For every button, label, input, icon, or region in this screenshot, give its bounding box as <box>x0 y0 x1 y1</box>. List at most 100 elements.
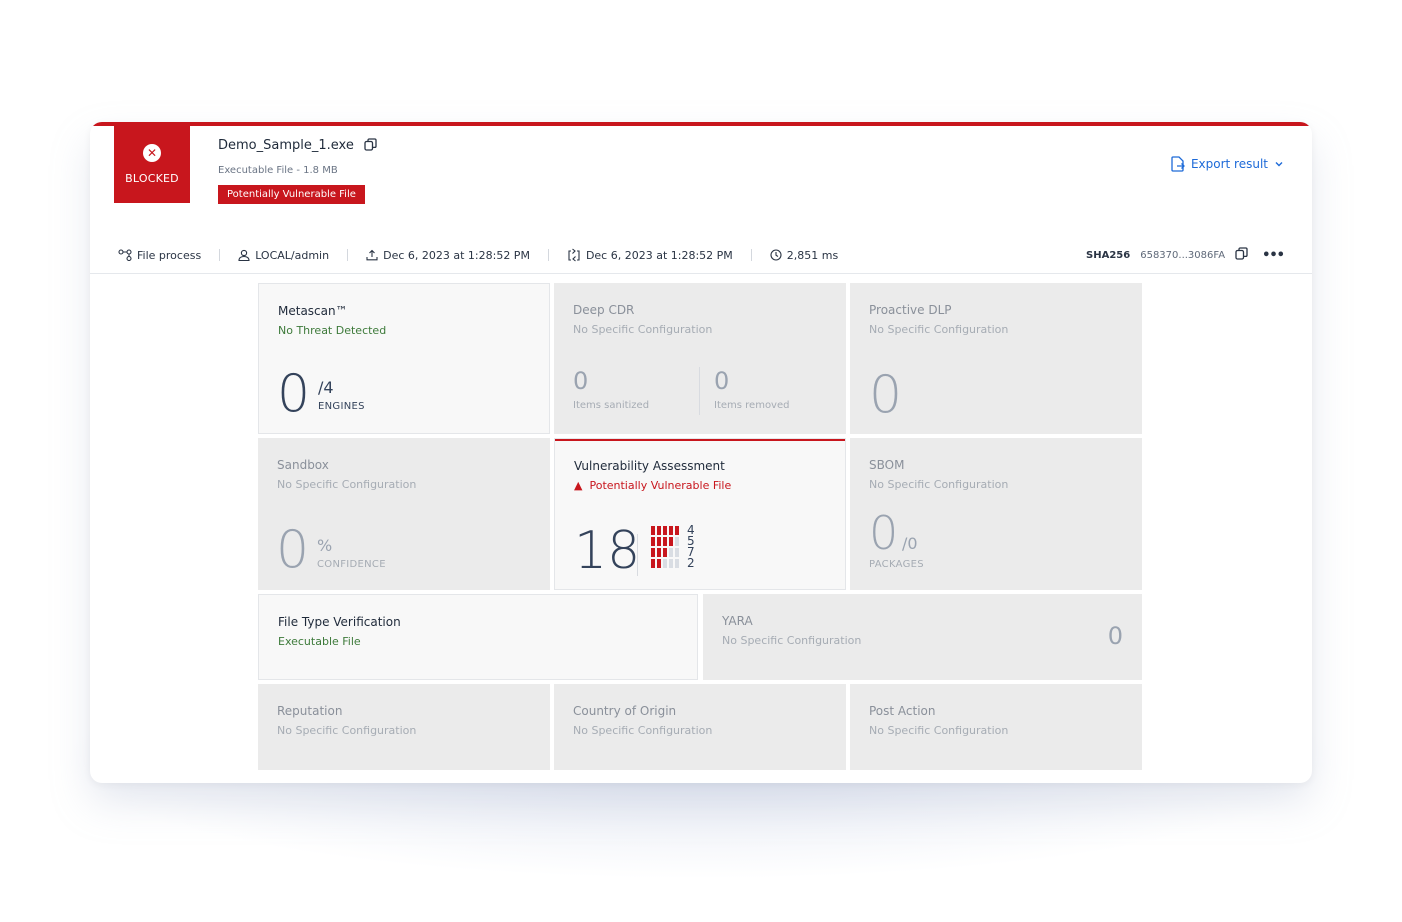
meta-user-label: LOCAL/admin <box>255 248 330 262</box>
tile-reputation[interactable]: Reputation No Specific Configuration <box>258 684 550 770</box>
vulnerability-count: 18 <box>574 521 641 581</box>
tile-yara[interactable]: YARA No Specific Configuration 0 <box>703 594 1142 680</box>
tile-title: Proactive DLP <box>869 303 952 317</box>
export-result-button[interactable]: Export result <box>1171 156 1284 172</box>
severity-level-block <box>651 559 655 568</box>
tile-status: No Specific Configuration <box>869 724 1009 737</box>
engines-unit: ENGINES <box>318 401 365 412</box>
file-verdict-badge: Potentially Vulnerable File <box>218 185 365 204</box>
tile-title: Reputation <box>277 704 343 718</box>
severity-level-block <box>675 537 679 546</box>
tile-title: YARA <box>722 614 753 628</box>
tile-status: No Specific Configuration <box>573 323 713 336</box>
meta-processed-label: Dec 6, 2023 at 1:28:52 PM <box>585 248 733 262</box>
sha-group: SHA256 658370...3086FA ••• <box>1086 247 1285 263</box>
meta-duration-label: 2,851 ms <box>786 248 839 262</box>
tile-title: Country of Origin <box>573 704 677 718</box>
copy-sha-icon[interactable] <box>1235 247 1248 263</box>
tile-file-type-verification[interactable]: File Type Verification Executable File <box>258 594 698 680</box>
tile-status: No Threat Detected <box>278 324 387 337</box>
severity-level-block <box>669 526 673 535</box>
scan-result-card: ✕ BLOCKED Demo_Sample_1.exe Executable F… <box>90 122 1312 783</box>
tile-vulnerability-assessment[interactable]: Vulnerability Assessment ▲ Potentially V… <box>554 438 846 590</box>
severity-level-block <box>651 548 655 557</box>
items-sanitized-label: Items sanitized <box>573 400 650 411</box>
user-icon <box>238 249 250 261</box>
process-icon <box>118 249 132 261</box>
sha-value: 658370...3086FA <box>1140 249 1226 261</box>
copy-icon[interactable] <box>364 138 377 155</box>
tile-title: File Type Verification <box>278 615 401 629</box>
packages-total: /0 <box>902 534 918 553</box>
blocked-x-icon: ✕ <box>143 144 161 162</box>
tile-status: No Specific Configuration <box>277 724 417 737</box>
tile-status: No Specific Configuration <box>869 478 1009 491</box>
status-accent-line <box>90 122 1312 126</box>
tile-title: Post Action <box>869 704 936 718</box>
tile-status: No Specific Configuration <box>277 478 417 491</box>
severity-level-block <box>669 559 673 568</box>
meta-divider <box>547 249 549 261</box>
items-removed-label: Items removed <box>714 400 790 411</box>
header-divider <box>90 273 1312 274</box>
engines-total: /4 <box>318 378 334 397</box>
confidence-unit: CONFIDENCE <box>317 559 386 570</box>
severity-level-block <box>675 548 679 557</box>
cdr-divider <box>699 367 700 415</box>
severity-breakdown: 4572 <box>651 524 695 570</box>
meta-user: LOCAL/admin <box>238 249 329 262</box>
tile-post-action[interactable]: Post Action No Specific Configuration <box>850 684 1142 770</box>
export-result-label: Export result <box>1190 157 1268 171</box>
upload-icon <box>366 249 378 261</box>
vuln-status-label: Potentially Vulnerable File <box>589 479 732 492</box>
packages-unit: PACKAGES <box>869 559 924 570</box>
sha-label: SHA256 <box>1086 249 1131 261</box>
items-sanitized-count: 0 <box>573 367 589 395</box>
severity-level-block <box>657 537 661 546</box>
severity-level-block <box>669 548 673 557</box>
file-process-label: File process <box>137 248 202 262</box>
blocked-badge: ✕ BLOCKED <box>114 126 190 203</box>
scan-meta-bar: File process LOCAL/admin Dec 6, 2023 at … <box>118 246 1285 264</box>
file-process-link[interactable]: File process <box>118 249 201 262</box>
packages-count: 0 <box>869 506 899 560</box>
engines-count: 0 <box>277 364 311 424</box>
meta-divider <box>347 249 349 261</box>
severity-level-block <box>651 526 655 535</box>
tile-title: SBOM <box>869 458 905 472</box>
tile-title: Deep CDR <box>573 303 635 317</box>
tile-title: Vulnerability Assessment <box>574 459 725 473</box>
vuln-accent-line <box>555 439 845 441</box>
severity-row: 2 <box>651 556 695 570</box>
tile-sbom[interactable]: SBOM No Specific Configuration 0 /0 PACK… <box>850 438 1142 590</box>
chevron-down-icon <box>1275 162 1283 167</box>
severity-level-block <box>675 559 679 568</box>
tile-proactive-dlp[interactable]: Proactive DLP No Specific Configuration … <box>850 283 1142 434</box>
tile-deep-cdr[interactable]: Deep CDR No Specific Configuration 0 Ite… <box>554 283 846 434</box>
tile-status: No Specific Configuration <box>722 634 862 647</box>
severity-level-block <box>663 526 667 535</box>
tile-country-of-origin[interactable]: Country of Origin No Specific Configurat… <box>554 684 846 770</box>
meta-uploaded: Dec 6, 2023 at 1:28:52 PM <box>366 249 530 262</box>
severity-level-block <box>657 559 661 568</box>
file-subtitle: Executable File - 1.8 MB <box>218 165 338 176</box>
tile-metascan[interactable]: Metascan™ No Threat Detected 0 /4 ENGINE… <box>258 283 550 434</box>
blocked-label: BLOCKED <box>125 172 179 185</box>
tile-title: Metascan™ <box>278 304 348 318</box>
tile-status: No Specific Configuration <box>573 724 713 737</box>
more-options-icon[interactable]: ••• <box>1262 248 1285 263</box>
tile-title: Sandbox <box>277 458 329 472</box>
tile-status: No Specific Configuration <box>869 323 1009 336</box>
confidence-percent: % <box>317 536 333 555</box>
tile-status: ▲ Potentially Vulnerable File <box>574 479 826 492</box>
warning-icon: ▲ <box>574 479 583 492</box>
file-name-row: Demo_Sample_1.exe <box>218 138 377 155</box>
tile-sandbox[interactable]: Sandbox No Specific Configuration 0 % CO… <box>258 438 550 590</box>
meta-divider <box>219 249 221 261</box>
severity-count: 2 <box>687 556 695 570</box>
file-name: Demo_Sample_1.exe <box>218 138 354 153</box>
yara-count: 0 <box>1107 622 1123 650</box>
severity-level-block <box>657 526 661 535</box>
severity-level-block <box>669 537 673 546</box>
meta-processed: Dec 6, 2023 at 1:28:52 PM <box>567 248 733 262</box>
